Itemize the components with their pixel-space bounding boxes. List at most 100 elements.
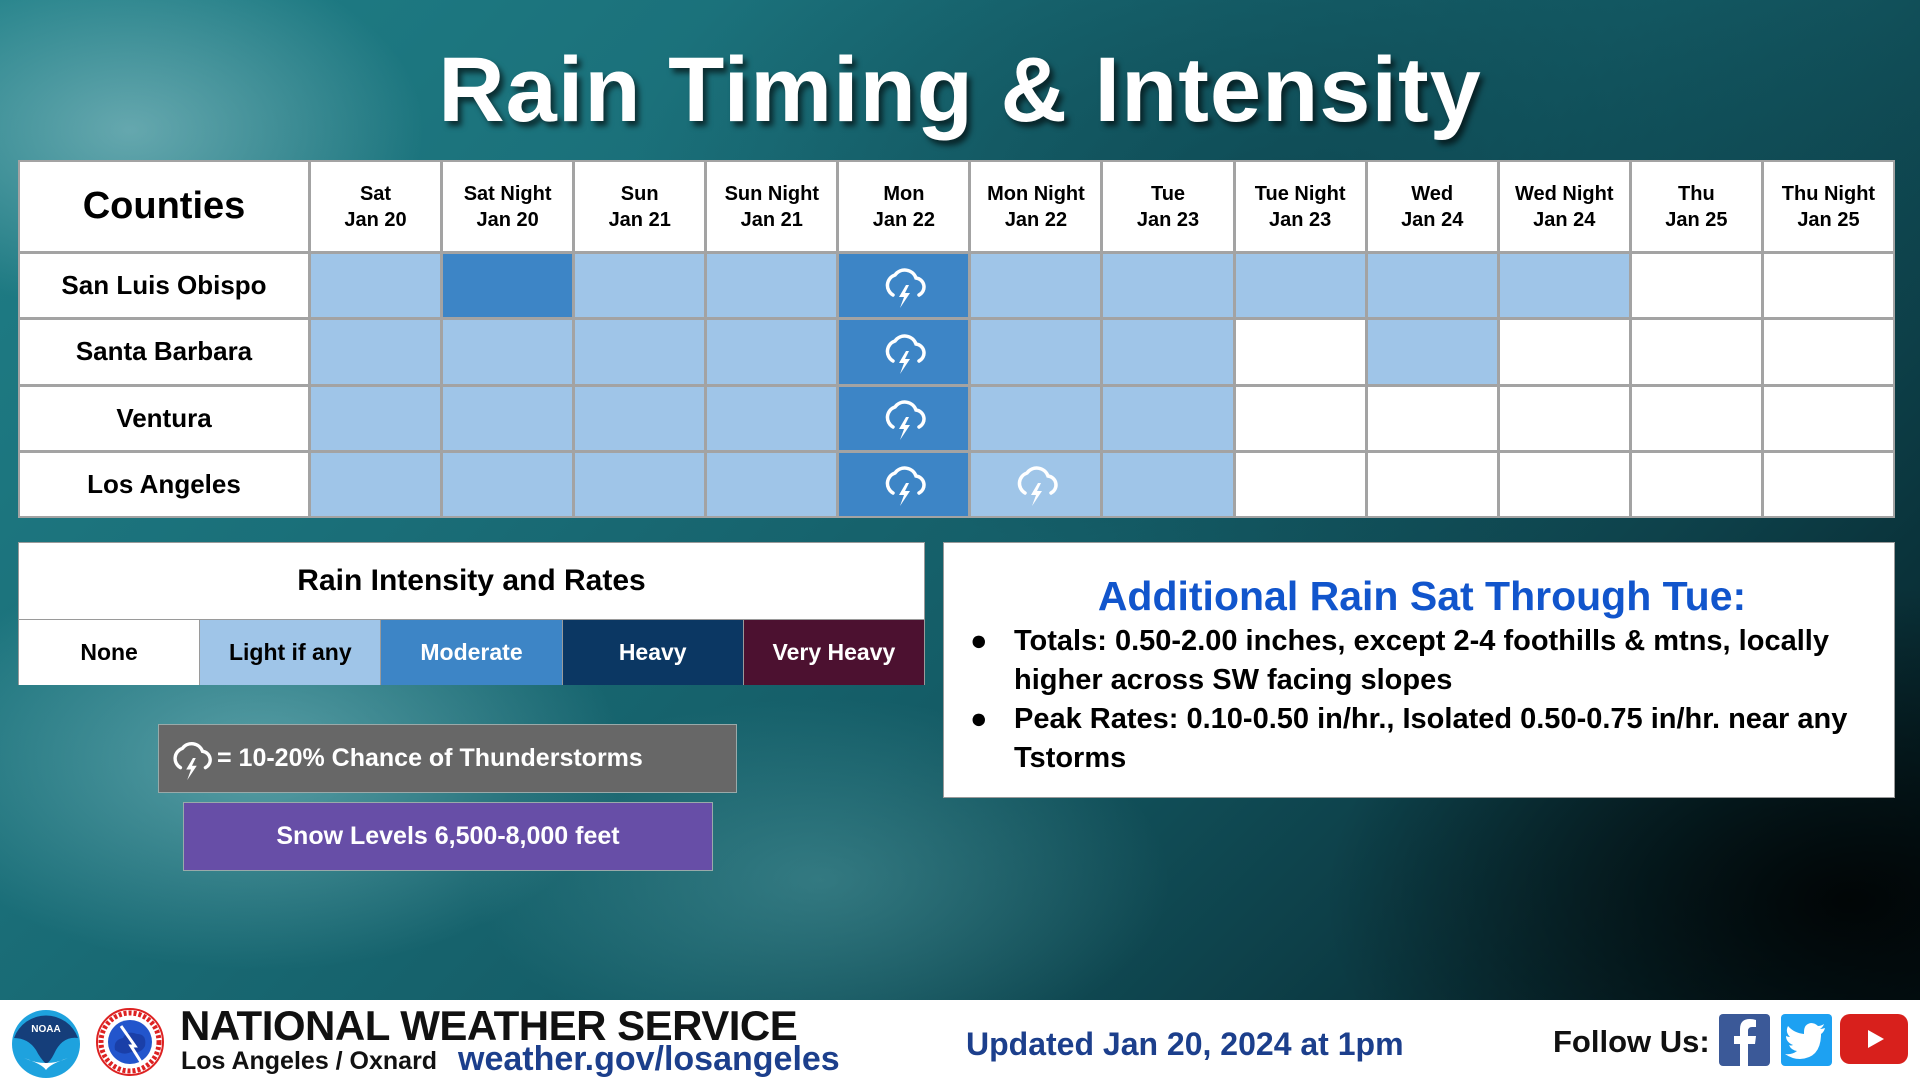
period-date: Jan 21 — [740, 208, 803, 231]
period-date: Jan 22 — [872, 208, 935, 231]
period-header: Sat Jan 20 — [311, 162, 441, 251]
legend-title: Rain Intensity and Rates — [19, 543, 924, 620]
period-header: Thu Jan 25 — [1631, 162, 1761, 251]
intensity-cell-light — [443, 320, 573, 384]
period-day: Mon — [883, 182, 925, 205]
legend-swatch-heavy: Heavy — [561, 620, 743, 685]
county-name: Ventura — [20, 386, 308, 450]
intensity-cell-light — [971, 254, 1101, 318]
intensity-cell-light — [1103, 386, 1233, 450]
period-header: Sat Night Jan 20 — [443, 162, 573, 251]
county-name: Santa Barbara — [20, 320, 308, 384]
intensity-cell-light — [707, 254, 837, 318]
intensity-cell-none — [1235, 386, 1365, 450]
intensity-cell-none — [1367, 452, 1497, 516]
counties-header: Counties — [20, 162, 308, 251]
intensity-cell-moderate — [839, 320, 969, 384]
intensity-cell-moderate — [443, 254, 573, 318]
intensity-cell-light — [311, 320, 441, 384]
period-day: Thu Night — [1781, 182, 1876, 205]
period-header: Sun Night Jan 21 — [707, 162, 837, 251]
intensity-cell-light — [971, 320, 1101, 384]
period-date: Jan 22 — [1004, 208, 1068, 231]
intensity-cell-none — [1235, 320, 1365, 384]
intensity-cell-light — [311, 452, 441, 516]
additional-rain-info: Additional Rain Sat Through Tue: ● Totals… — [943, 542, 1895, 798]
info-bullets: ● Totals: 0.50-2.00 inches, except 2-4 fo… — [970, 622, 1874, 778]
twitter-icon[interactable] — [1781, 1014, 1832, 1066]
thunderstorm-cloud-icon — [885, 267, 926, 308]
thunderstorm-cloud-icon — [885, 466, 926, 507]
period-date: Jan 21 — [608, 208, 671, 231]
bullet-icon: ● — [970, 703, 988, 735]
facebook-icon[interactable] — [1719, 1014, 1770, 1066]
office-name: Los Angeles / Oxnard — [181, 1047, 438, 1075]
intensity-cell-none — [1499, 452, 1629, 516]
period-date: Jan 25 — [1665, 208, 1728, 231]
intensity-cell-light — [575, 254, 705, 318]
noaa-logo-icon: NOAA — [12, 1010, 80, 1078]
period-day: Thu — [1678, 182, 1715, 205]
period-header: Tue Jan 23 — [1103, 162, 1233, 251]
period-header: Mon Night Jan 22 — [971, 162, 1101, 251]
period-date: Jan 20 — [476, 208, 539, 231]
intensity-cell-light — [575, 452, 705, 516]
period-day: Wed — [1411, 182, 1454, 205]
intensity-cell-light — [1103, 452, 1233, 516]
intensity-cell-none — [1631, 452, 1761, 516]
rain-timing-grid: Counties Sat Jan 20 Sat Night Jan 20 Sun Jan … — [18, 160, 1895, 518]
intensity-cell-light — [1367, 320, 1497, 384]
updated-timestamp: Updated Jan 20, 2024 at 1pm — [966, 1026, 1404, 1062]
intensity-cell-none — [1763, 254, 1893, 318]
period-header: Thu Night Jan 25 — [1763, 162, 1893, 251]
thunderstorm-cloud-icon — [885, 400, 926, 441]
intensity-cell-light — [443, 386, 573, 450]
period-header: Wed Jan 24 — [1367, 162, 1497, 251]
period-day: Sat Night — [463, 182, 552, 205]
period-day: Wed Night — [1515, 182, 1614, 205]
intensity-cell-light — [971, 452, 1101, 516]
period-date: Jan 23 — [1136, 208, 1200, 231]
intensity-cell-light — [575, 386, 705, 450]
legend-swatch-none: None — [19, 620, 200, 685]
intensity-cell-light — [707, 452, 837, 516]
intensity-cell-light — [443, 452, 573, 516]
nws-logo-icon — [96, 1008, 164, 1076]
period-day: Tue — [1150, 182, 1186, 205]
intensity-cell-light — [971, 386, 1101, 450]
intensity-cell-light — [1499, 254, 1629, 318]
follow-us-label: Follow Us: — [1553, 1024, 1710, 1059]
intensity-cell-none — [1631, 254, 1761, 318]
intensity-cell-light — [311, 386, 441, 450]
thunderstorm-cloud-icon — [173, 741, 212, 780]
info-bullet-totals: ● Totals: 0.50-2.00 inches, except 2-4 fo… — [970, 622, 1874, 700]
period-date: Jan 24 — [1533, 208, 1596, 231]
intensity-cell-light — [1103, 320, 1233, 384]
page-title: Rain Timing & Intensity — [438, 39, 1482, 141]
period-header: Sun Jan 21 — [575, 162, 705, 251]
intensity-cell-moderate — [839, 452, 969, 516]
intensity-legend: Rain Intensity and Rates None Light if an… — [18, 542, 925, 685]
website-link[interactable]: weather.gov/losangeles — [458, 1040, 840, 1079]
period-day: Mon Night — [987, 182, 1085, 205]
intensity-cell-none — [1763, 452, 1893, 516]
legend-swatch-veryheavy: Very Heavy — [742, 620, 925, 685]
intensity-cell-light — [575, 320, 705, 384]
thunderstorm-note-text: = 10-20% Chance of Thunderstorms — [217, 744, 643, 772]
legend-swatch-moderate: Moderate — [380, 620, 562, 685]
legend-swatch-light: Light if any — [199, 620, 381, 685]
period-date: Jan 23 — [1268, 208, 1332, 231]
snow-levels-note: Snow Levels 6,500-8,000 feet — [183, 802, 713, 871]
intensity-cell-light — [1235, 254, 1365, 318]
intensity-cell-none — [1763, 386, 1893, 450]
intensity-cell-none — [1499, 320, 1629, 384]
svg-text:NOAA: NOAA — [31, 1024, 60, 1035]
intensity-cell-moderate — [839, 254, 969, 318]
intensity-cell-light — [707, 386, 837, 450]
intensity-cell-light — [1367, 254, 1497, 318]
legend-swatches: None Light if any Moderate Heavy Very Heavy — [19, 620, 925, 685]
thunderstorm-note: = 10-20% Chance of Thunderstorms — [158, 724, 737, 793]
period-day: Sun Night — [724, 182, 819, 205]
youtube-icon[interactable] — [1840, 1014, 1908, 1064]
intensity-cell-none — [1631, 320, 1761, 384]
